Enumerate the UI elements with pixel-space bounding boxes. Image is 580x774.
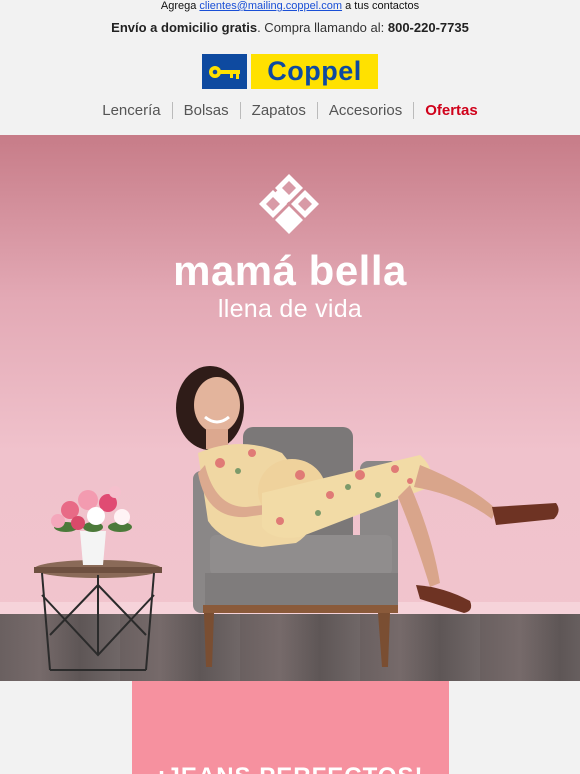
preheader: Agrega clientes@mailing.coppel.com a tus… <box>0 0 580 12</box>
nav-item-ofertas[interactable]: Ofertas <box>413 102 489 119</box>
shipping-free-text: Envío a domicilio gratis <box>111 20 258 35</box>
heart-diamond-icon <box>259 174 319 234</box>
brand-wordmark: Coppel <box>251 54 378 89</box>
hero-subtitle: llena de vida <box>217 295 363 323</box>
preheader-suffix: a tus contactos <box>342 0 420 12</box>
coppel-logo[interactable]: Coppel <box>202 54 378 89</box>
hero-title: mamá bella <box>173 247 407 294</box>
shipping-call-text: . Compra llamando al: <box>257 20 388 35</box>
key-icon <box>202 54 247 89</box>
nav-item-bolsas[interactable]: Bolsas <box>171 102 240 119</box>
promo-card[interactable]: ¡JEANS PERFECTOS! <box>132 681 449 774</box>
nav-item-zapatos[interactable]: Zapatos <box>239 102 317 119</box>
preheader-prefix: Agrega <box>160 0 200 12</box>
promo-headline: ¡JEANS PERFECTOS! <box>132 763 449 774</box>
hero-banner[interactable]: mamá bella llena de vida <box>0 135 580 681</box>
shipping-phone[interactable]: 800-220-7735 <box>388 20 469 35</box>
nav-item-accesorios[interactable]: Accesorios <box>316 102 413 119</box>
main-nav: Lencería Bolsas Zapatos Accesorios Ofert… <box>0 102 580 119</box>
hero-photo-illustration <box>34 174 559 671</box>
flower-vase <box>51 486 132 565</box>
preheader-email-link[interactable]: clientes@mailing.coppel.com <box>199 0 342 12</box>
side-table <box>34 560 162 671</box>
nav-item-lenceria[interactable]: Lencería <box>91 102 171 119</box>
shipping-banner: Envío a domicilio gratis. Compra llamand… <box>0 20 580 35</box>
